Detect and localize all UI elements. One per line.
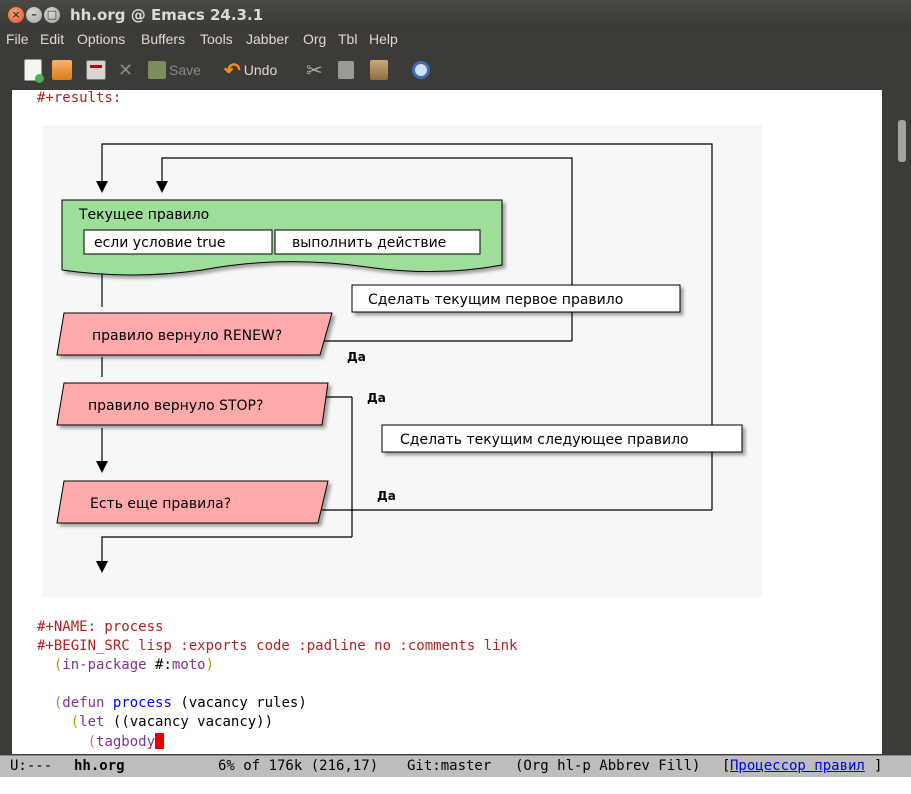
text-cursor [155,733,165,749]
new-file-button[interactable] [24,59,44,83]
menu-help[interactable]: Help [369,31,398,47]
code-keyword: tagbody [96,734,156,750]
tool-bar: ✕ Save ↶ Undo ✂ [0,50,911,90]
close-buffer-button[interactable] [86,60,106,80]
yes-label-more: Да [377,489,396,503]
make-next-rule-label: Сделать текущим следующее правило [400,432,689,448]
modeline-modes[interactable]: (Org hl-p Abbrev Fill) [515,758,700,774]
paren: ( [70,714,80,730]
save-button[interactable]: Save [148,60,201,80]
menu-tbl[interactable]: Tbl [338,31,357,47]
do-action-label: выполнить действие [292,235,446,251]
close-buffer-icon [86,60,106,80]
paren: ( [87,734,97,750]
current-rule-title: Текущее правило [78,207,209,223]
cancel-x-icon: ✕ [118,59,134,80]
copy-icon [338,61,354,79]
cancel-button[interactable]: ✕ [118,60,133,80]
yes-label-renew: Да [347,350,366,364]
save-icon [148,61,166,79]
menu-jabber[interactable]: Jabber [246,31,289,47]
modeline-vcs[interactable]: Git:master [407,758,491,774]
search-magnifier-icon [412,61,430,79]
search-button[interactable] [412,60,430,80]
menu-org[interactable]: Org [303,31,326,47]
modeline-position: 6% of 176k (216,17) [218,758,379,774]
make-first-rule-label: Сделать текущим первое правило [368,292,623,308]
menu-bar: File Edit Options Buffers Tools Jabber O… [0,30,911,50]
modeline-bracket-close: ] [874,758,883,774]
code-line-let: (let ((vacancy vacancy)) [37,714,273,733]
copy-button[interactable] [338,60,354,80]
undo-label: Undo [243,62,278,78]
code-line-tagbody: (tagbody [37,733,165,752]
maximize-window-button[interactable]: □ [44,7,60,23]
undo-arrow-icon: ↶ [224,59,241,82]
scrollbar-thumb[interactable] [898,120,906,162]
renew-decision-label: правило вернуло RENEW? [92,328,282,344]
code-keyword: defun [62,695,105,711]
code-line-defun: (defun process (vacancy rules) [37,695,307,714]
new-file-icon [24,59,44,83]
menu-file[interactable]: File [6,31,29,47]
open-folder-button[interactable] [52,60,72,80]
window-title: hh.org @ Emacs 24.3.1 [70,6,264,24]
editor-buffer[interactable]: #+results: Текущее правило если условие … [12,90,882,754]
code-text: (vacancy rules) [180,695,307,711]
undo-button[interactable]: ↶ Undo [224,59,278,82]
code-text: #: [146,657,172,673]
vertical-scrollbar[interactable] [895,90,909,754]
begin-src-line: #+BEGIN_SRC lisp :exports code :padline … [37,638,518,654]
more-rules-decision-label: Есть еще правила? [90,496,231,512]
if-condition-label: если условие true [94,235,225,251]
paste-clipboard-icon [370,60,388,80]
menu-buffers[interactable]: Buffers [141,31,185,47]
title-bar: × – □ hh.org @ Emacs 24.3.1 [0,0,911,30]
code-line-in-package: (in-package #:moto) [37,657,214,676]
code-text: ((vacancy vacancy)) [112,714,274,730]
open-folder-icon [52,60,72,80]
menu-tools[interactable]: Tools [200,31,233,47]
results-keyword-line: #+results: [37,90,122,106]
scissors-icon: ✂ [306,59,323,82]
close-window-button[interactable]: × [8,7,24,23]
minimize-window-button[interactable]: – [26,7,42,23]
mode-line: U:--- hh.org 6% of 176k (216,17) Git:mas… [0,755,911,777]
flowchart-svg: Текущее правило если условие true выполн… [56,143,743,573]
yes-label-stop: Да [367,391,386,405]
modeline-status: U:--- [10,758,53,774]
save-label: Save [169,62,201,78]
paste-button[interactable] [370,60,388,80]
name-keyword-line: #+NAME: process [37,619,164,635]
cut-button[interactable]: ✂ [306,59,323,82]
code-keyword: let [79,714,105,730]
minibuffer[interactable] [0,777,911,794]
modeline-org-heading[interactable]: Процессор правил [730,758,865,774]
code-keyword: in-package [62,657,147,673]
menu-edit[interactable]: Edit [40,31,64,47]
flowchart-image: Текущее правило если условие true выполн… [42,125,762,597]
menu-options[interactable]: Options [77,31,125,47]
code-package: moto [171,657,206,673]
paren: ) [205,657,215,673]
code-function-name: process [112,695,172,711]
stop-decision-label: правило вернуло STOP? [88,398,263,414]
modeline-buffer-name[interactable]: hh.org [74,758,125,774]
